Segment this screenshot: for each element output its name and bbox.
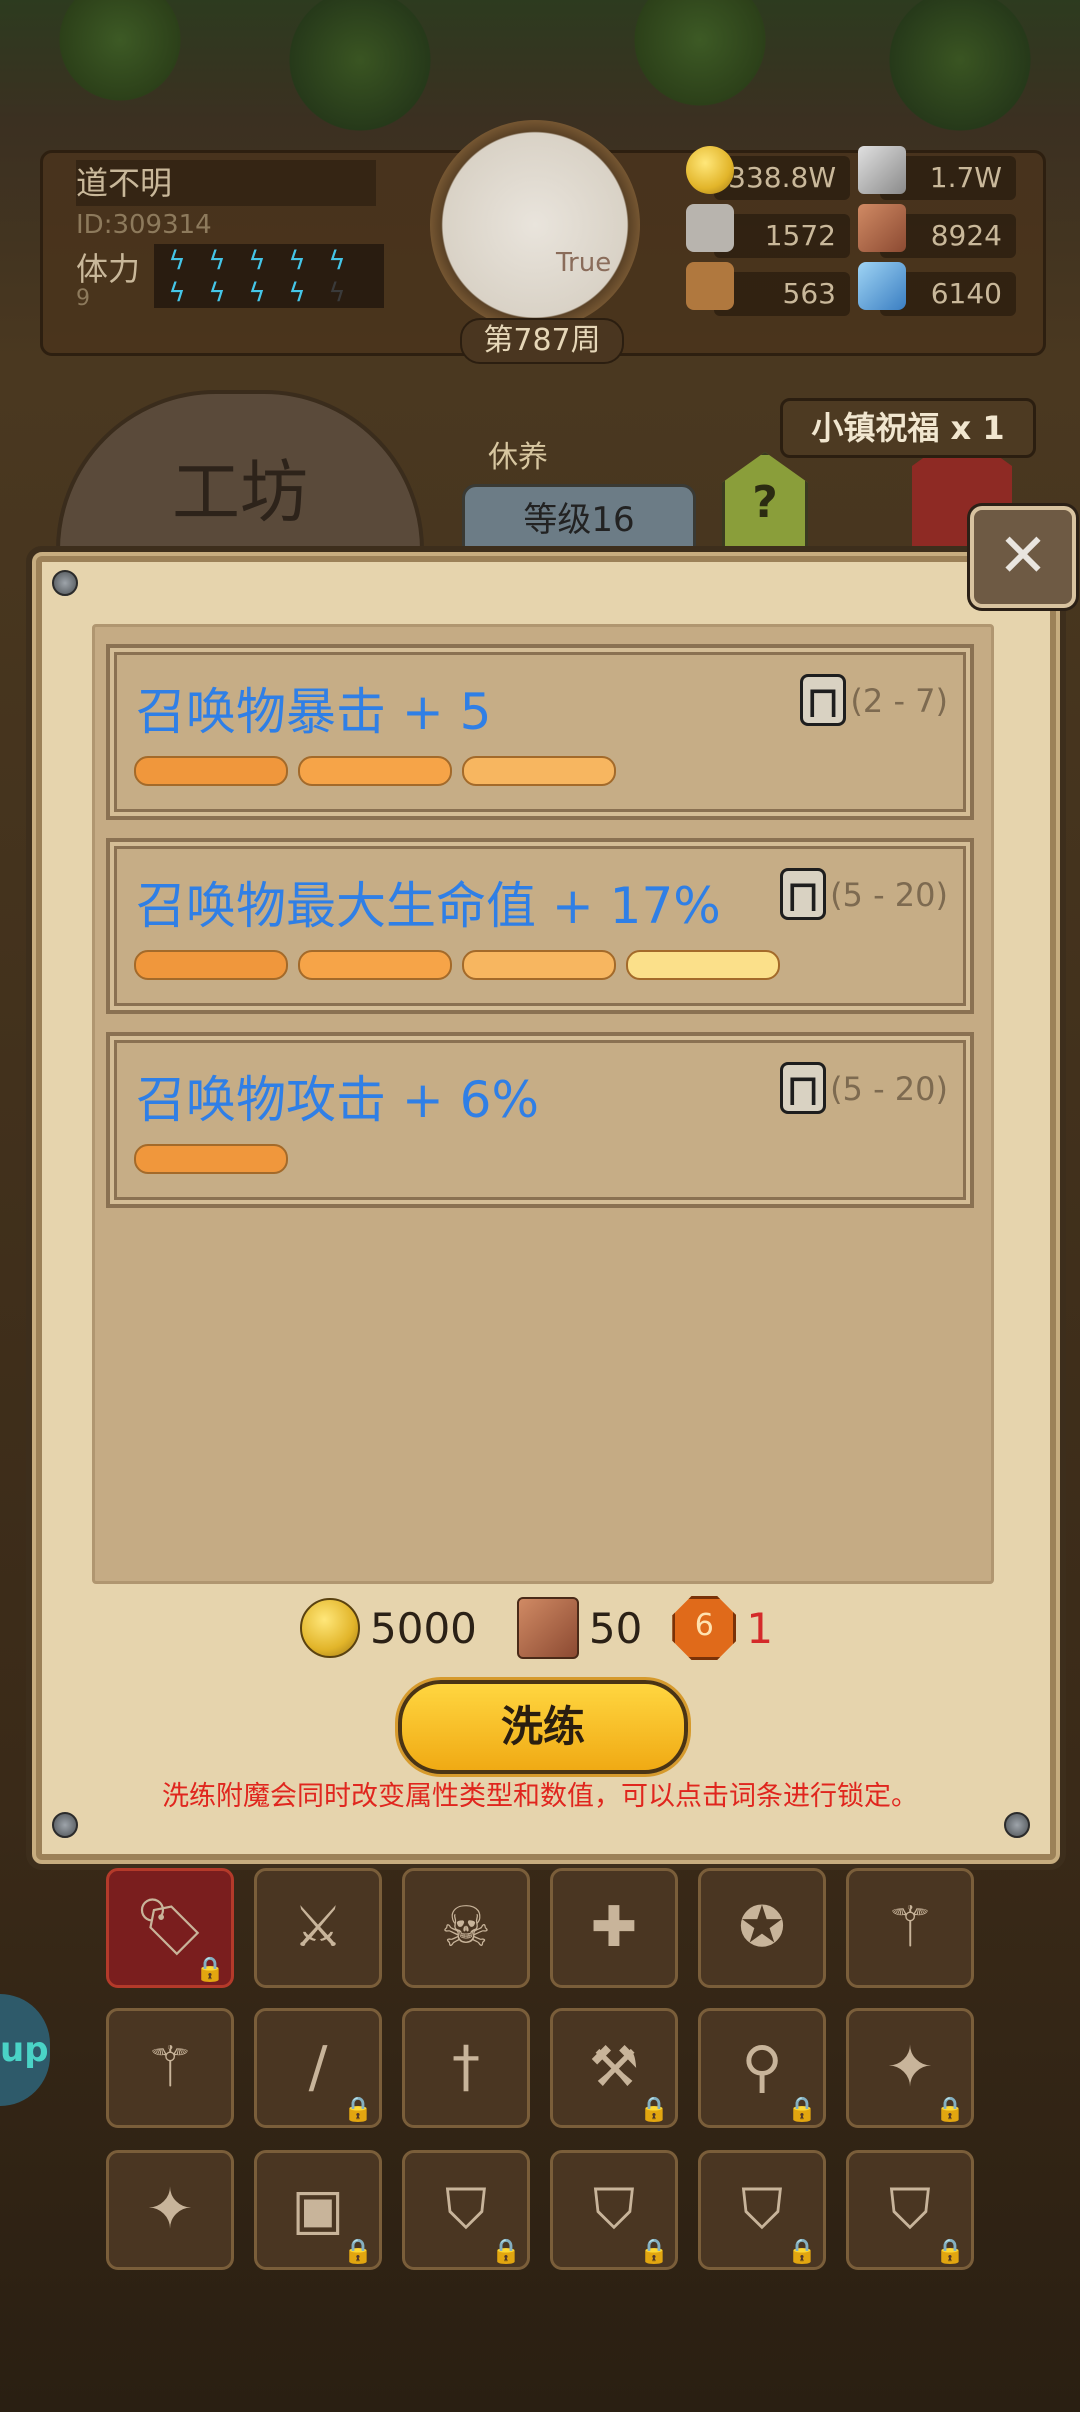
affix-tier-pips (134, 950, 780, 980)
affix-tier-pips (134, 1144, 288, 1174)
affix-row[interactable]: 召唤物攻击 + 6% ⊓ (5 - 20) (106, 1032, 974, 1208)
rivet (52, 1812, 78, 1838)
lock-icon: 🔒 (343, 2237, 373, 2265)
scroll-icon (516, 1597, 579, 1659)
close-icon: ✕ (997, 521, 1049, 591)
lightning-icon: ϟ (288, 278, 306, 308)
affix-name: 召唤物最大生命值 + 17% (136, 877, 721, 935)
lightning-icon: ϟ (248, 246, 266, 276)
lock-icon: 🔒 (787, 2237, 817, 2265)
reforge-button[interactable]: 洗练 (398, 1680, 688, 1774)
lock-icon: 🔒 (935, 2237, 965, 2265)
town-blessing-banner[interactable]: 小镇祝福 x 1 (780, 398, 1036, 458)
stone-icon (686, 204, 734, 252)
inventory-slot[interactable]: ∕ 🔒 (254, 2008, 382, 2128)
lightning-icon: ϟ (248, 278, 266, 308)
inventory-slot[interactable]: ✪ (698, 1868, 826, 1988)
stamina-label: 体力 (76, 250, 141, 288)
inventory-slot[interactable]: ⚚ (846, 1868, 974, 1988)
inventory-slot[interactable]: ✚ (550, 1868, 678, 1988)
gold-coin-icon (300, 1598, 360, 1658)
inventory-slot[interactable]: ⚲ 🔒 (698, 2008, 826, 2128)
inventory-slot[interactable]: † (402, 2008, 530, 2128)
lightning-icon: ϟ (208, 278, 226, 308)
rest-label[interactable]: 休养 (488, 432, 548, 476)
rivet (52, 570, 78, 596)
lock-icon: 🔒 (195, 1955, 225, 1983)
tier-pip (134, 1144, 288, 1174)
resource-gold: 338.8W (714, 156, 850, 200)
tier-pip (134, 756, 288, 786)
lock-icon: 🔒 (639, 2095, 669, 2123)
week-badge: 第787周 (460, 318, 624, 364)
stamina-value: 9 (76, 286, 90, 311)
lock-icon: 🔒 (787, 2095, 817, 2123)
lightning-icon: ϟ (168, 246, 186, 276)
affix-name: 召唤物暴击 + 5 (136, 683, 492, 741)
stamina-bar: ϟ ϟ ϟ ϟ ϟ ϟ ϟ ϟ ϟ ϟ (154, 244, 384, 308)
unlocked-padlock-icon[interactable]: ⊓ (780, 868, 826, 922)
tier-pip (626, 950, 780, 980)
gold-cost: 5000 (370, 1603, 477, 1653)
inventory-slot[interactable]: ⛉ 🔒 (698, 2150, 826, 2270)
player-id: ID:309314 (76, 210, 212, 240)
affix-range: (2 - 7) (850, 682, 948, 720)
iron-bar-icon (858, 146, 906, 194)
inventory-slot[interactable]: ⛉ 🔒 (550, 2150, 678, 2270)
unlocked-padlock-icon[interactable]: ⊓ (800, 674, 846, 728)
gem-icon: 6 (672, 1596, 737, 1660)
inventory-slot[interactable]: ☠ (402, 1868, 530, 1988)
tier-pip (462, 950, 616, 980)
tier-pip (462, 756, 616, 786)
reforge-cost: 5000 50 6 1 (300, 1596, 774, 1660)
inventory-grid: 🏷 🔒 ⚔ ☠ ✚ ✪ ⚚ ⚚ ∕ 🔒 † ⚒ 🔒 ⚲ 🔒 ✦ 🔒 ✦ ▣ 🔒 ⛉ 🔒 ⛉ 🔒 … (86, 1860, 1006, 2412)
wood-icon (686, 262, 734, 310)
inventory-slot[interactable]: 🏷 🔒 (106, 1868, 234, 1988)
inventory-slot[interactable]: ⚚ (106, 2008, 234, 2128)
tier-pip (298, 950, 452, 980)
tier-pip (298, 756, 452, 786)
avatar[interactable] (430, 120, 640, 330)
lock-icon: 🔒 (343, 2095, 373, 2123)
gold-coin-icon (686, 146, 734, 194)
gem-cost: 1 (746, 1603, 774, 1653)
inventory-slot[interactable]: ⛉ 🔒 (846, 2150, 974, 2270)
scroll-cost: 50 (588, 1603, 643, 1653)
unlocked-padlock-icon[interactable]: ⊓ (780, 1062, 826, 1116)
close-button[interactable]: ✕ (970, 506, 1076, 608)
lock-icon: 🔒 (491, 2237, 521, 2265)
affix-row[interactable]: 召唤物最大生命值 + 17% ⊓ (5 - 20) (106, 838, 974, 1014)
inventory-slot[interactable]: ⚔ (254, 1868, 382, 1988)
crystal-icon (858, 262, 906, 310)
inventory-slot[interactable]: ✦ 🔒 (846, 2008, 974, 2128)
lock-icon: 🔒 (639, 2237, 669, 2265)
affix-name: 召唤物攻击 + 6% (136, 1071, 540, 1129)
affix-range: (5 - 20) (830, 1070, 948, 1108)
inventory-slot[interactable]: ⛉ 🔒 (402, 2150, 530, 2270)
player-name: 道不明 (76, 160, 376, 206)
rivet (1004, 1812, 1030, 1838)
lightning-icon: ϟ (328, 278, 346, 308)
reforge-hint: 洗练附魔会同时改变属性类型和数值，可以点击词条进行锁定。 (162, 1781, 918, 1812)
affix-tier-pips (134, 756, 616, 786)
inventory-slot[interactable]: ⚒ 🔒 (550, 2008, 678, 2128)
lightning-icon: ϟ (288, 246, 306, 276)
affix-range: (5 - 20) (830, 876, 948, 914)
lock-icon: 🔒 (935, 2095, 965, 2123)
tier-pip (134, 950, 288, 980)
resource-stone: 1572 (714, 214, 850, 258)
resource-wood: 563 (714, 272, 850, 316)
lightning-icon: ϟ (328, 246, 346, 276)
affix-row[interactable]: 召唤物暴击 + 5 ⊓ (2 - 7) (106, 644, 974, 820)
inventory-slot[interactable]: ✦ (106, 2150, 234, 2270)
avatar-caption: True (556, 248, 612, 278)
inventory-slot[interactable]: ▣ 🔒 (254, 2150, 382, 2270)
lightning-icon: ϟ (208, 246, 226, 276)
lightning-icon: ϟ (168, 278, 186, 308)
scroll-icon (858, 204, 906, 252)
